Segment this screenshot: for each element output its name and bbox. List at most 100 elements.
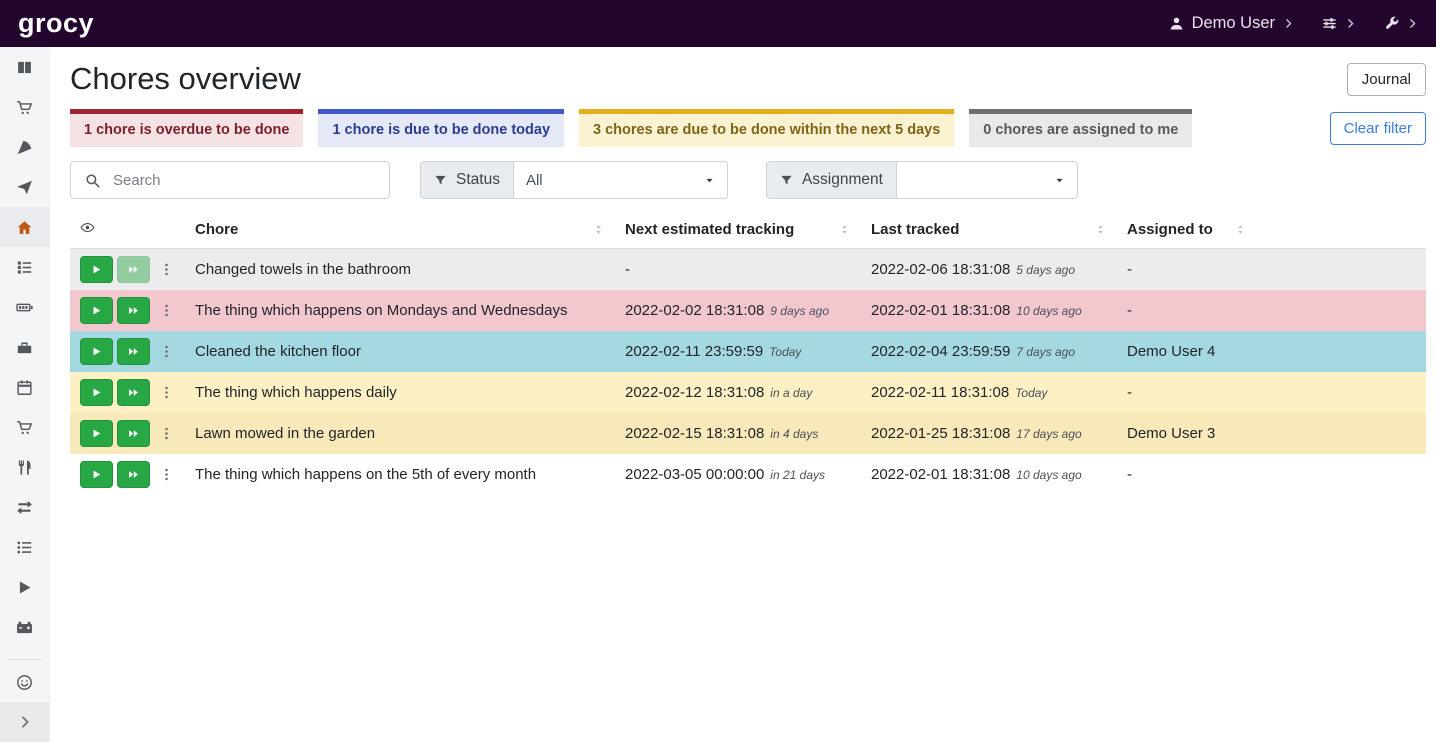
status-banner[interactable]: 1 chore is overdue to be done (70, 109, 303, 147)
column-header-next-tracking[interactable]: Next estimated tracking (615, 213, 861, 249)
ellipsis-vertical-icon (159, 385, 174, 400)
sidebar-item-chore-tracking[interactable] (0, 567, 49, 607)
page-header: Chores overview Journal (70, 61, 1426, 97)
chore-menu-button[interactable] (157, 297, 175, 324)
chore-menu-button[interactable] (157, 256, 175, 283)
sidebar-expand-button[interactable] (0, 702, 49, 742)
tasks-icon (16, 259, 33, 276)
sidebar-item-equipment[interactable] (0, 327, 49, 367)
ellipsis-vertical-icon (159, 426, 174, 441)
chore-menu-button[interactable] (157, 338, 175, 365)
chevron-right-icon (1345, 18, 1356, 29)
chevron-right-icon (1283, 18, 1294, 29)
track-execution-button[interactable] (80, 461, 113, 488)
play-icon (91, 387, 102, 398)
sidebar (0, 47, 50, 742)
status-banner[interactable]: 1 chore is due to be done today (318, 109, 564, 147)
sidebar-item-tasks[interactable] (0, 247, 49, 287)
skip-chore-button[interactable] (117, 297, 150, 324)
skip-chore-button[interactable] (117, 379, 150, 406)
car-battery-icon (16, 619, 33, 636)
track-execution-button[interactable] (80, 420, 113, 447)
next-tracking-value: 2022-03-05 00:00:00 (625, 466, 764, 483)
toolbox-icon (16, 339, 33, 356)
sidebar-item-recipes[interactable] (0, 127, 49, 167)
column-header-assigned-to[interactable]: Assigned to (1117, 213, 1257, 249)
skip-chore-button[interactable] (117, 420, 150, 447)
home-icon (16, 219, 33, 236)
list-icon (16, 539, 33, 556)
status-banner[interactable]: 3 chores are due to be done within the n… (579, 109, 954, 147)
manage-menu-button[interactable] (1322, 16, 1356, 31)
next-tracking-value: 2022-02-15 18:31:08 (625, 425, 764, 442)
row-controls-cell (70, 413, 185, 454)
assigned-to-value: Demo User 4 (1127, 343, 1215, 360)
page-title: Chores overview (70, 61, 301, 97)
skip-chore-button[interactable] (117, 256, 150, 283)
skip-chore-button[interactable] (117, 461, 150, 488)
sidebar-item-stock-overview[interactable] (0, 47, 49, 87)
search-icon-box (71, 162, 113, 198)
assigned-to-value: Demo User 3 (1127, 425, 1215, 442)
next-tracking-value: 2022-02-02 18:31:08 (625, 302, 764, 319)
status-filter-group: Status All (420, 161, 728, 199)
fast-forward-icon (128, 305, 139, 316)
track-execution-button[interactable] (80, 379, 113, 406)
ellipsis-vertical-icon (159, 344, 174, 359)
fast-forward-icon (128, 264, 139, 275)
sidebar-item-consume[interactable] (0, 447, 49, 487)
settings-menu-button[interactable] (1384, 16, 1418, 31)
status-select[interactable]: All (514, 162, 727, 198)
assignment-filter-group: Assignment (766, 161, 1078, 199)
user-name-label: Demo User (1192, 14, 1275, 33)
last-tracked-value: 2022-01-25 18:31:08 (871, 425, 1010, 442)
status-banner-text: 0 chores are assigned to me (983, 122, 1178, 138)
sort-icon (1094, 223, 1107, 236)
sidebar-item-inventory[interactable] (0, 527, 49, 567)
track-execution-button[interactable] (80, 297, 113, 324)
user-menu-button[interactable]: Demo User (1169, 14, 1294, 33)
eye-icon[interactable] (80, 220, 95, 235)
chore-menu-button[interactable] (157, 379, 175, 406)
ellipsis-vertical-icon (159, 262, 174, 277)
chore-name: The thing which happens on the 5th of ev… (195, 466, 536, 483)
clear-filter-button[interactable]: Clear filter (1330, 112, 1426, 145)
sidebar-item-battery-tracking[interactable] (0, 607, 49, 647)
app-logo[interactable]: grocy (18, 8, 94, 39)
track-execution-button[interactable] (80, 338, 113, 365)
next-tracking-relative: in a day (770, 386, 812, 400)
filter-row: Status All Assignment (70, 161, 1426, 199)
last-tracked-value: 2022-02-11 18:31:08 (871, 384, 1009, 401)
search-input[interactable] (113, 162, 389, 198)
row-controls-cell (70, 454, 185, 495)
assignment-filter-prepend: Assignment (767, 162, 897, 198)
sidebar-item-transfer[interactable] (0, 487, 49, 527)
column-header-chore[interactable]: Chore (185, 213, 615, 249)
sidebar-item-calendar[interactable] (0, 367, 49, 407)
sidebar-item-chores-overview[interactable] (0, 207, 49, 247)
chore-menu-button[interactable] (157, 420, 175, 447)
sort-icon (592, 223, 605, 236)
filter-icon (434, 174, 447, 187)
chore-menu-button[interactable] (157, 461, 175, 488)
assignment-select[interactable] (897, 162, 1077, 198)
sidebar-item-shopping-list[interactable] (0, 87, 49, 127)
status-banner[interactable]: 0 chores are assigned to me (969, 109, 1192, 147)
play-icon (91, 428, 102, 439)
sidebar-item-meal-plan[interactable] (0, 167, 49, 207)
chore-row: The thing which happens on Mondays and W… (70, 290, 1426, 331)
table-header-row: Chore Next estimated tracking Last track… (70, 213, 1426, 249)
sort-icon (1234, 223, 1247, 236)
column-header-last-tracked[interactable]: Last tracked (861, 213, 1117, 249)
track-execution-button[interactable] (80, 256, 113, 283)
skip-chore-button[interactable] (117, 338, 150, 365)
sidebar-item-batteries-overview[interactable] (0, 287, 49, 327)
sidebar-item-purchase[interactable] (0, 407, 49, 447)
journal-button[interactable]: Journal (1347, 63, 1426, 96)
sidebar-item-user-entities[interactable] (0, 662, 49, 702)
exchange-icon (16, 499, 33, 516)
status-banner-row: 1 chore is overdue to be done 1 chore is… (70, 109, 1426, 147)
status-banner-text: 1 chore is due to be done today (332, 122, 550, 138)
last-tracked-value: 2022-02-01 18:31:08 (871, 466, 1010, 483)
ellipsis-vertical-icon (159, 467, 174, 482)
